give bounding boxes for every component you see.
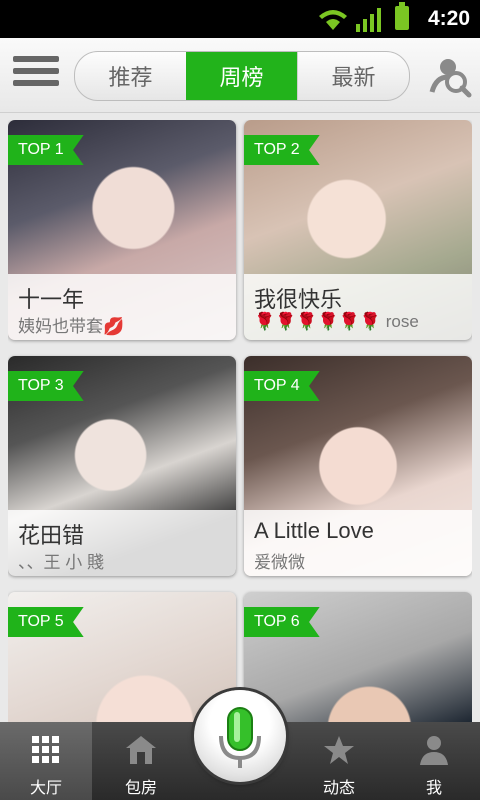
tab-newest[interactable]: 最新 [297, 52, 409, 100]
status-bar: 4:20 [0, 0, 480, 38]
microphone-icon [219, 707, 261, 768]
nav-me[interactable]: 我 [388, 722, 480, 800]
tab-weekly[interactable]: 周榜 [186, 52, 297, 100]
grid-icon [32, 736, 59, 763]
nav-feed[interactable]: 动态 [293, 722, 385, 800]
menu-bar-icon [13, 68, 59, 74]
user-subtitle: 姨妈也带套💋 [18, 317, 125, 336]
wifi-icon [319, 10, 347, 30]
card-caption: 花田错 、、王 小 賤 [8, 510, 236, 576]
user-card-4[interactable]: TOP 4 A Little Love 爰微微 [244, 356, 472, 576]
user-name: 十一年 [18, 287, 85, 312]
star-icon [324, 736, 354, 764]
card-caption: A Little Love 爰微微 [244, 510, 472, 576]
rank-badge: TOP 5 [8, 607, 84, 637]
nav-label: 我 [425, 780, 442, 797]
user-subtitle: 🌹🌹🌹🌹🌹🌹 rose [254, 312, 419, 331]
house-icon [126, 736, 156, 764]
nav-hall[interactable]: 大厅 [0, 722, 92, 800]
segment-tabs: 推荐 周榜 最新 [74, 51, 410, 101]
nav-label: 包房 [124, 780, 157, 797]
voice-record-button[interactable] [194, 690, 286, 782]
rank-badge: TOP 2 [244, 135, 320, 165]
battery-icon [395, 2, 409, 30]
nav-label: 动态 [322, 780, 355, 797]
card-caption: 十一年 姨妈也带套💋 [8, 274, 236, 340]
header: 推荐 周榜 最新 [0, 38, 480, 113]
user-card-2[interactable]: TOP 2 我很快乐 🌹🌹🌹🌹🌹🌹 rose [244, 120, 472, 340]
nav-rooms[interactable]: 包房 [95, 722, 187, 800]
rank-badge: TOP 1 [8, 135, 84, 165]
user-card-1[interactable]: TOP 1 十一年 姨妈也带套💋 [8, 120, 236, 340]
user-subtitle: 爰微微 [254, 553, 305, 572]
rank-grid: TOP 1 十一年 姨妈也带套💋 TOP 2 我很快乐 🌹🌹🌹🌹🌹🌹 rose … [8, 120, 472, 722]
card-caption: 我很快乐 🌹🌹🌹🌹🌹🌹 rose [244, 274, 472, 340]
signal-icon [356, 8, 381, 32]
user-name: 我很快乐 [254, 287, 343, 312]
tab-recommend[interactable]: 推荐 [75, 52, 186, 100]
status-time: 4:20 [427, 7, 470, 30]
user-name: A Little Love [254, 518, 374, 543]
user-subtitle: 、、王 小 賤 [18, 553, 104, 572]
rank-badge: TOP 3 [8, 371, 84, 401]
menu-button[interactable] [13, 56, 59, 94]
user-card-3[interactable]: TOP 3 花田错 、、王 小 賤 [8, 356, 236, 576]
nav-label: 大厅 [29, 780, 62, 797]
menu-bar-icon [13, 80, 59, 86]
person-icon [420, 736, 448, 765]
rank-badge: TOP 6 [244, 607, 320, 637]
menu-bar-icon [13, 56, 59, 62]
search-icon[interactable] [426, 52, 472, 98]
rank-badge: TOP 4 [244, 371, 320, 401]
user-name: 花田错 [18, 523, 85, 548]
